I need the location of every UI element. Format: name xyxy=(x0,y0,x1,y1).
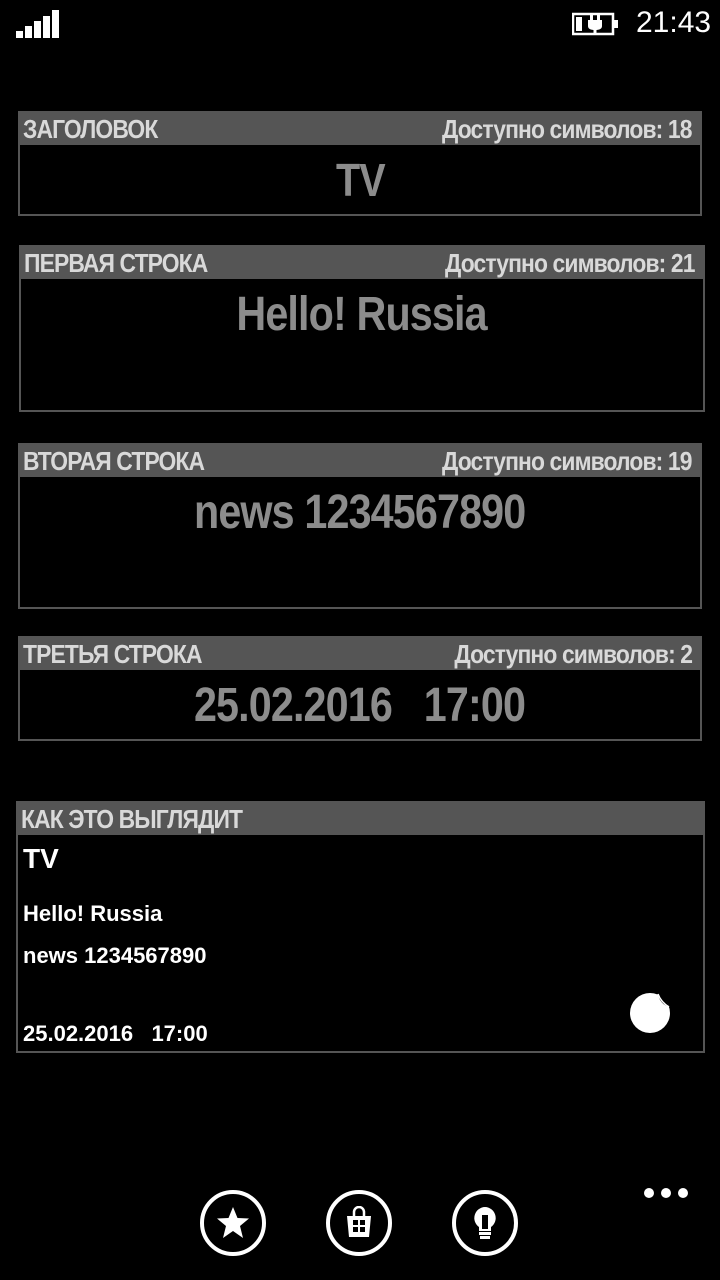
more-icon[interactable] xyxy=(644,1188,688,1200)
title-field[interactable]: ЗАГОЛОВОК Доступно символов: 18 TV xyxy=(18,111,702,216)
field-label: ЗАГОЛОВОК xyxy=(23,114,158,144)
store-button[interactable] xyxy=(326,1190,392,1256)
field-value[interactable]: 25.02.2016 17:00 xyxy=(20,678,700,733)
preview-label: КАК ЭТО ВЫГЛЯДИТ xyxy=(21,804,243,834)
field-header: ЗАГОЛОВОК Доступно символов: 18 xyxy=(20,113,700,145)
field-header: ТРЕТЬЯ СТРОКА Доступно символов: 2 xyxy=(20,638,700,670)
field-value[interactable]: news 1234567890 xyxy=(20,485,700,540)
third-line-field[interactable]: ТРЕТЬЯ СТРОКА Доступно символов: 2 25.02… xyxy=(18,636,702,741)
second-line-field[interactable]: ВТОРАЯ СТРОКА Доступно символов: 19 news… xyxy=(18,443,702,609)
store-icon xyxy=(347,1206,371,1237)
star-icon xyxy=(217,1207,249,1238)
battery-charging-icon xyxy=(571,12,620,36)
available-chars: Доступно символов: 18 xyxy=(442,114,692,144)
preview-header: КАК ЭТО ВЫГЛЯДИТ xyxy=(18,803,703,835)
tips-button[interactable] xyxy=(452,1190,518,1256)
favorite-button[interactable] xyxy=(200,1190,266,1256)
lightbulb-icon xyxy=(474,1207,496,1239)
first-line-field[interactable]: ПЕРВАЯ СТРОКА Доступно символов: 21 Hell… xyxy=(19,245,705,412)
available-chars: Доступно символов: 2 xyxy=(454,639,693,669)
field-value[interactable]: Hello! Russia xyxy=(21,287,703,342)
preview-title: TV xyxy=(23,843,59,874)
field-value[interactable]: TV xyxy=(20,153,700,207)
preview-line-3: 25.02.2016 17:00 xyxy=(23,1021,208,1046)
available-chars: Доступно символов: 21 xyxy=(445,248,695,278)
clock: 21:43 xyxy=(636,6,712,39)
signal-strength-icon xyxy=(16,10,60,38)
preview-line-2: news 1234567890 xyxy=(23,943,207,968)
field-label: ПЕРВАЯ СТРОКА xyxy=(24,248,208,278)
status-bar: 21:43 xyxy=(0,0,720,50)
field-label: ТРЕТЬЯ СТРОКА xyxy=(23,639,202,669)
preview-line-1: Hello! Russia xyxy=(23,901,163,926)
field-label: ВТОРАЯ СТРОКА xyxy=(23,446,205,476)
available-chars: Доступно символов: 19 xyxy=(442,446,692,476)
preview-panel: КАК ЭТО ВЫГЛЯДИТ TV Hello! Russia news 1… xyxy=(16,801,705,1053)
field-header: ВТОРАЯ СТРОКА Доступно символов: 19 xyxy=(20,445,700,477)
moon-icon xyxy=(628,991,672,1035)
field-header: ПЕРВАЯ СТРОКА Доступно символов: 21 xyxy=(21,247,703,279)
